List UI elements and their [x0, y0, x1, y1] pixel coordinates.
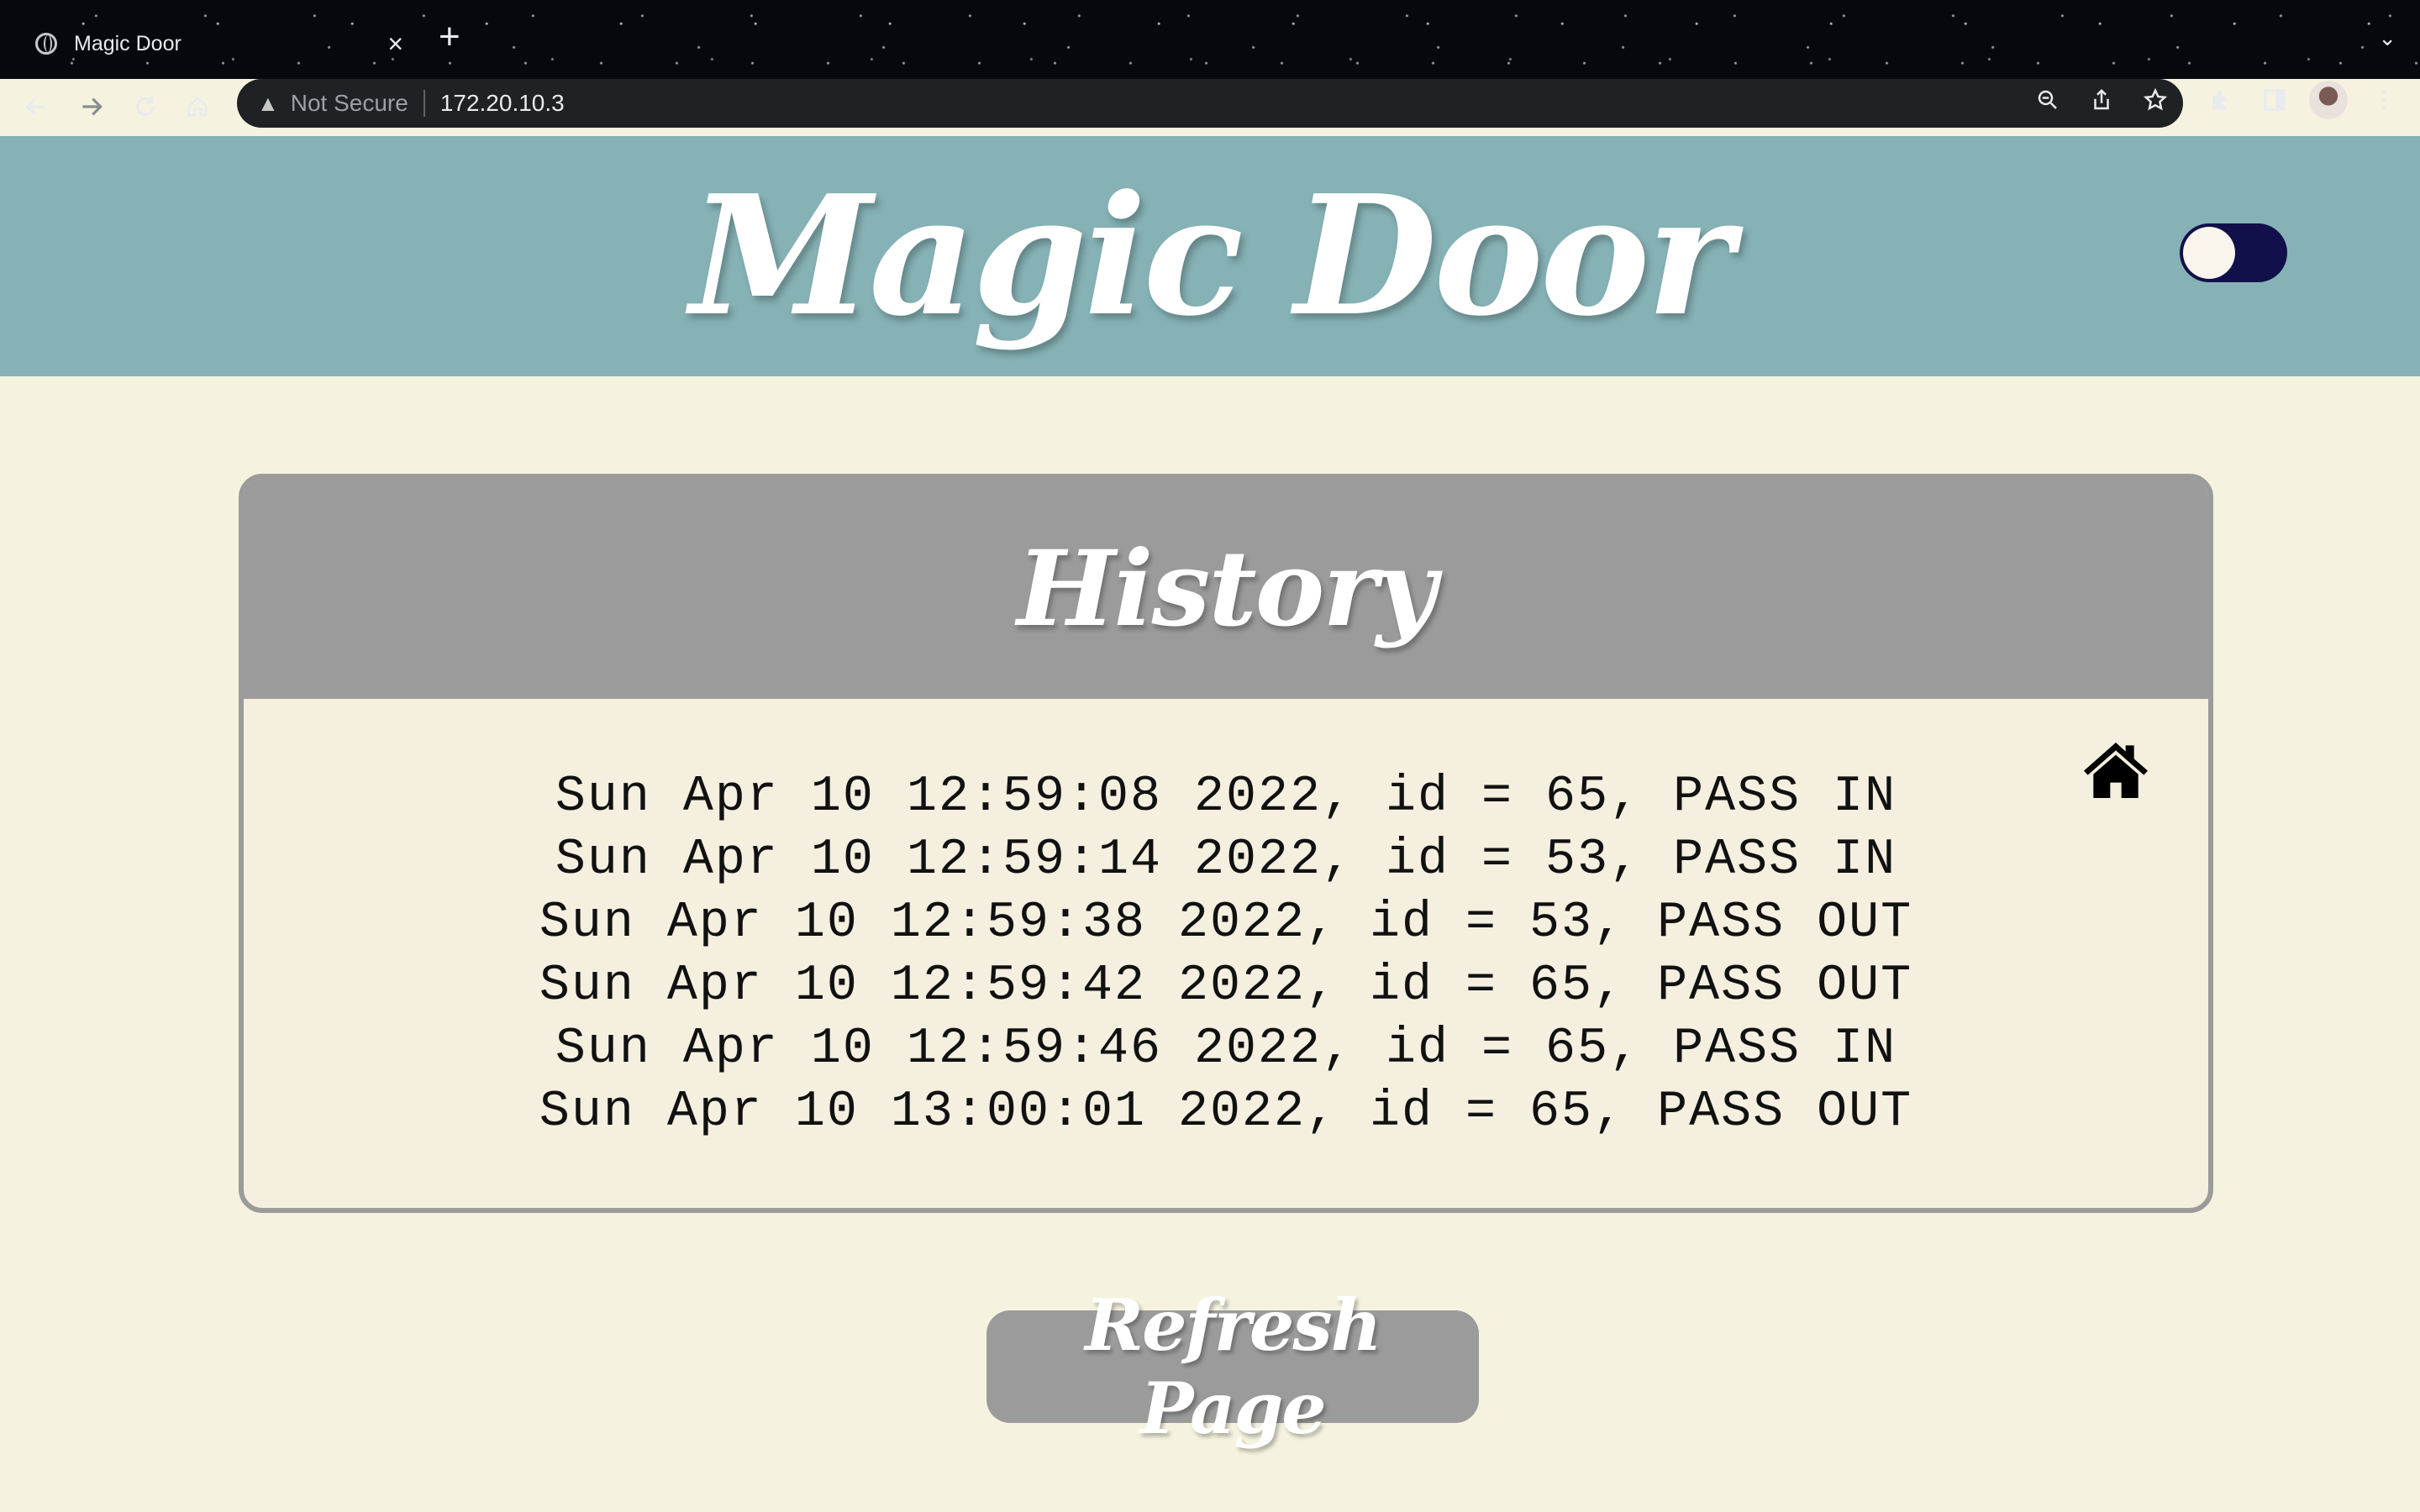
- url-text[interactable]: 172.20.10.3: [440, 90, 565, 117]
- sidepanel-icon[interactable]: [2262, 87, 2287, 119]
- browser-tab[interactable]: Magic Door ×: [15, 13, 410, 74]
- browser-toolbar: ▲ Not Secure 172.20.10.3: [0, 79, 2420, 134]
- profile-avatar[interactable]: [2309, 81, 2348, 119]
- back-icon: [25, 97, 45, 116]
- forward-icon: [82, 97, 103, 116]
- history-header: History: [244, 479, 2208, 699]
- theme-toggle[interactable]: [2180, 223, 2287, 282]
- tab-search-button[interactable]: ⌄: [2378, 25, 2396, 51]
- extensions-icon[interactable]: [2208, 87, 2235, 121]
- history-entry: Sun Apr 10 12:59:46 2022, id = 65, PASS …: [555, 1021, 1897, 1078]
- history-entry: Sun Apr 10 12:59:42 2022, id = 65, PASS …: [539, 958, 1913, 1015]
- site-header: Magic Door: [0, 136, 2420, 376]
- history-entry: Sun Apr 10 12:59:08 2022, id = 65, PASS …: [555, 769, 1897, 826]
- zoom-out-icon[interactable]: [2035, 87, 2060, 119]
- back-button[interactable]: [17, 87, 55, 126]
- star-icon[interactable]: [2143, 87, 2168, 119]
- site-title: Magic Door: [690, 160, 1733, 353]
- globe-icon: [35, 33, 57, 55]
- new-tab-button[interactable]: +: [439, 18, 460, 55]
- reload-icon: [136, 97, 155, 116]
- toggle-knob: [2183, 227, 2235, 279]
- home-icon: [187, 97, 208, 117]
- history-entry: Sun Apr 10 12:59:38 2022, id = 53, PASS …: [539, 895, 1913, 952]
- warning-icon: ▲: [257, 90, 279, 116]
- forward-button[interactable]: [72, 87, 111, 126]
- history-entry: Sun Apr 10 13:00:01 2022, id = 65, PASS …: [539, 1084, 1913, 1141]
- history-entry: Sun Apr 10 12:59:14 2022, id = 53, PASS …: [555, 832, 1897, 889]
- share-icon[interactable]: [2089, 87, 2114, 119]
- history-panel: History Sun Apr 10 12:59:08 2022, id = 6…: [239, 474, 2213, 1213]
- refresh-page-button[interactable]: Refresh Page: [986, 1284, 1479, 1450]
- security-label: Not Secure: [290, 90, 408, 116]
- menu-icon[interactable]: [2371, 87, 2396, 119]
- omnibox-divider: [423, 90, 425, 117]
- history-title: History: [1017, 528, 1436, 650]
- address-bar[interactable]: ▲ Not Secure 172.20.10.3: [237, 79, 2183, 128]
- history-log: Sun Apr 10 12:59:08 2022, id = 65, PASS …: [244, 766, 2208, 1144]
- reload-button[interactable]: [126, 87, 165, 126]
- browser-tabstrip: Magic Door × + ⌄: [0, 0, 2420, 79]
- tab-close-button[interactable]: ×: [387, 29, 403, 60]
- tab-title: Magic Door: [74, 31, 182, 55]
- home-button[interactable]: [178, 87, 217, 126]
